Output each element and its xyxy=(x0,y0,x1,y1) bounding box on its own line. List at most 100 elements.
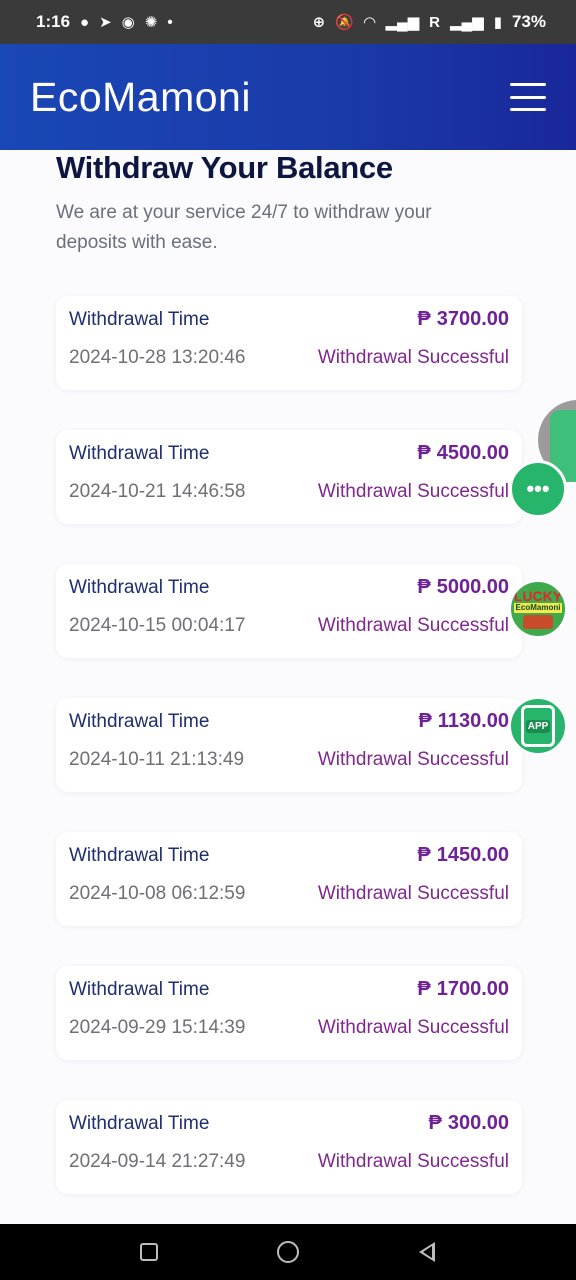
chat-notification-icon: ● xyxy=(80,13,90,31)
peso-icon: ₱ xyxy=(417,978,431,1000)
chat-bubble-icon[interactable]: ••• xyxy=(509,460,567,518)
withdrawal-label: Withdrawal Time xyxy=(69,576,210,598)
status-right: ⊕ 🔕 ◠ ▂▄▆ R ▂▄▆ ▮ 73% xyxy=(313,12,546,32)
withdrawal-label: Withdrawal Time xyxy=(69,308,210,330)
peso-icon: ₱ xyxy=(417,442,431,464)
withdrawal-card: Withdrawal Time ₱ 5000.00 2024-10-15 00:0… xyxy=(56,564,522,658)
withdrawal-time: 2024-09-14 21:27:49 xyxy=(69,1151,246,1172)
more-notifications-icon: • xyxy=(167,13,173,31)
status-bar: 1:16 ● ➤ ◉ ✺ • ⊕ 🔕 ◠ ▂▄▆ R ▂▄▆ ▮ 73% xyxy=(0,0,576,44)
signal-icon: ▂▄▆ xyxy=(385,13,420,31)
lucky-title: LUCKY xyxy=(513,588,563,604)
card-bottom-row: 2024-10-15 00:04:17 Withdrawal Successfu… xyxy=(69,615,509,637)
peso-icon: ₱ xyxy=(418,710,432,732)
back-icon xyxy=(418,1242,435,1262)
withdrawal-status: Withdrawal Successful xyxy=(317,615,509,636)
withdrawal-time: 2024-10-28 13:20:46 xyxy=(69,347,246,368)
phone-icon: APP xyxy=(521,705,555,747)
card-bottom-row: 2024-10-28 13:20:46 Withdrawal Successfu… xyxy=(69,347,509,369)
amount-value: 1700.00 xyxy=(436,978,509,1000)
signal-roaming-icon: ▂▄▆ xyxy=(450,13,484,31)
card-bottom-row: 2024-09-14 21:27:49 Withdrawal Successfu… xyxy=(69,1151,509,1173)
peso-icon: ₱ xyxy=(417,576,431,598)
menu-line xyxy=(510,108,546,111)
card-top-row: Withdrawal Time ₱ 3700.00 xyxy=(69,308,509,331)
withdrawal-amount: ₱ 3700.00 xyxy=(417,308,509,331)
withdrawal-status: Withdrawal Successful xyxy=(317,1017,509,1038)
withdrawal-status: Withdrawal Successful xyxy=(317,1151,509,1172)
withdrawal-amount: ₱ 1700.00 xyxy=(417,978,509,1001)
main-content[interactable]: Withdraw Your Balance We are at your ser… xyxy=(0,150,576,1224)
home-button[interactable] xyxy=(274,1238,302,1266)
app-download-button[interactable]: APP xyxy=(509,697,567,755)
peso-icon: ₱ xyxy=(417,308,431,330)
brand-logo[interactable]: EcoMamoni xyxy=(30,74,251,121)
withdrawal-label: Withdrawal Time xyxy=(69,844,210,866)
lucky-promo-button[interactable]: LUCKY EcoMamoni xyxy=(509,580,567,638)
menu-line xyxy=(510,95,546,99)
card-bottom-row: 2024-10-11 21:13:49 Withdrawal Successfu… xyxy=(69,749,509,771)
battery-percent: 73% xyxy=(511,12,546,31)
mute-icon: 🔕 xyxy=(335,13,354,31)
amount-value: 4500.00 xyxy=(436,442,509,464)
withdrawal-label: Withdrawal Time xyxy=(69,442,210,464)
amount-value: 5000.00 xyxy=(436,576,509,598)
card-top-row: Withdrawal Time ₱ 4500.00 xyxy=(69,442,509,465)
peso-icon: ₱ xyxy=(428,1112,442,1134)
app-label: APP xyxy=(525,719,551,733)
card-top-row: Withdrawal Time ₱ 1700.00 xyxy=(69,978,509,1001)
gift-box-icon xyxy=(523,615,553,629)
withdrawal-list: Withdrawal Time ₱ 3700.00 2024-10-28 13:2… xyxy=(56,296,522,1224)
withdrawal-time: 2024-10-15 00:04:17 xyxy=(69,615,246,636)
page-title: Withdraw Your Balance xyxy=(56,150,393,185)
recents-icon xyxy=(140,1243,159,1261)
status-left: 1:16 ● ➤ ◉ ✺ • xyxy=(36,12,173,32)
withdrawal-time: 2024-10-11 21:13:49 xyxy=(69,749,245,770)
amount-value: 300.00 xyxy=(447,1112,509,1134)
recents-button[interactable] xyxy=(135,1238,163,1266)
data-saver-icon: ⊕ xyxy=(312,13,326,31)
amount-value: 3700.00 xyxy=(436,308,509,330)
withdrawal-amount: ₱ 300.00 xyxy=(428,1112,509,1135)
withdrawal-card: Withdrawal Time ₱ 1700.00 2024-09-29 15:1… xyxy=(56,966,522,1060)
withdrawal-status: Withdrawal Successful xyxy=(317,347,509,368)
wifi-icon: ◠ xyxy=(363,13,376,31)
withdrawal-card: Withdrawal Time ₱ 300.00 2024-09-14 21:27… xyxy=(56,1100,522,1194)
lucky-brand: EcoMamoni xyxy=(513,603,563,613)
card-top-row: Withdrawal Time ₱ 1130.00 xyxy=(69,710,509,733)
peso-icon: ₱ xyxy=(417,844,431,866)
back-button[interactable] xyxy=(413,1238,441,1266)
withdrawal-amount: ₱ 1130.00 xyxy=(418,710,509,733)
page-subtitle: We are at your service 24/7 to withdraw … xyxy=(56,202,432,253)
withdrawal-amount: ₱ 4500.00 xyxy=(417,442,509,465)
telegram-notification-icon: ➤ xyxy=(99,13,112,31)
menu-line xyxy=(510,83,546,86)
amount-value: 1130.00 xyxy=(437,710,509,732)
amount-value: 1450.00 xyxy=(436,844,509,866)
messenger-notification-icon: ◉ xyxy=(121,13,135,31)
app-header: EcoMamoni xyxy=(0,44,576,150)
hamburger-menu-icon[interactable] xyxy=(510,83,546,111)
card-bottom-row: 2024-09-29 15:14:39 Withdrawal Successfu… xyxy=(69,1017,509,1039)
withdrawal-amount: ₱ 1450.00 xyxy=(417,844,509,867)
withdrawal-label: Withdrawal Time xyxy=(69,710,210,732)
system-nav-bar xyxy=(0,1224,576,1280)
withdrawal-card: Withdrawal Time ₱ 1450.00 2024-10-08 06:1… xyxy=(56,832,522,926)
battery-icon: ▮ xyxy=(493,13,502,31)
withdrawal-card: Withdrawal Time ₱ 3700.00 2024-10-28 13:2… xyxy=(56,296,522,390)
card-bottom-row: 2024-10-08 06:12:59 Withdrawal Successfu… xyxy=(69,883,509,905)
withdrawal-card: Withdrawal Time ₱ 4500.00 2024-10-21 14:4… xyxy=(56,430,522,524)
app-notification-icon: ✺ xyxy=(144,13,158,31)
withdrawal-status: Withdrawal Successful xyxy=(317,883,509,904)
withdrawal-amount: ₱ 5000.00 xyxy=(417,576,509,599)
withdrawal-label: Withdrawal Time xyxy=(69,978,210,1000)
card-top-row: Withdrawal Time ₱ 5000.00 xyxy=(69,576,509,599)
card-top-row: Withdrawal Time ₱ 1450.00 xyxy=(69,844,509,867)
withdrawal-card: Withdrawal Time ₱ 1130.00 2024-10-11 21:1… xyxy=(56,698,522,792)
card-top-row: Withdrawal Time ₱ 300.00 xyxy=(69,1112,509,1135)
roaming-indicator: R xyxy=(429,13,440,31)
withdrawal-label: Withdrawal Time xyxy=(69,1112,210,1134)
withdrawal-time: 2024-09-29 15:14:39 xyxy=(69,1017,246,1038)
withdrawal-time: 2024-10-21 14:46:58 xyxy=(69,481,246,502)
withdrawal-status: Withdrawal Successful xyxy=(317,749,509,770)
